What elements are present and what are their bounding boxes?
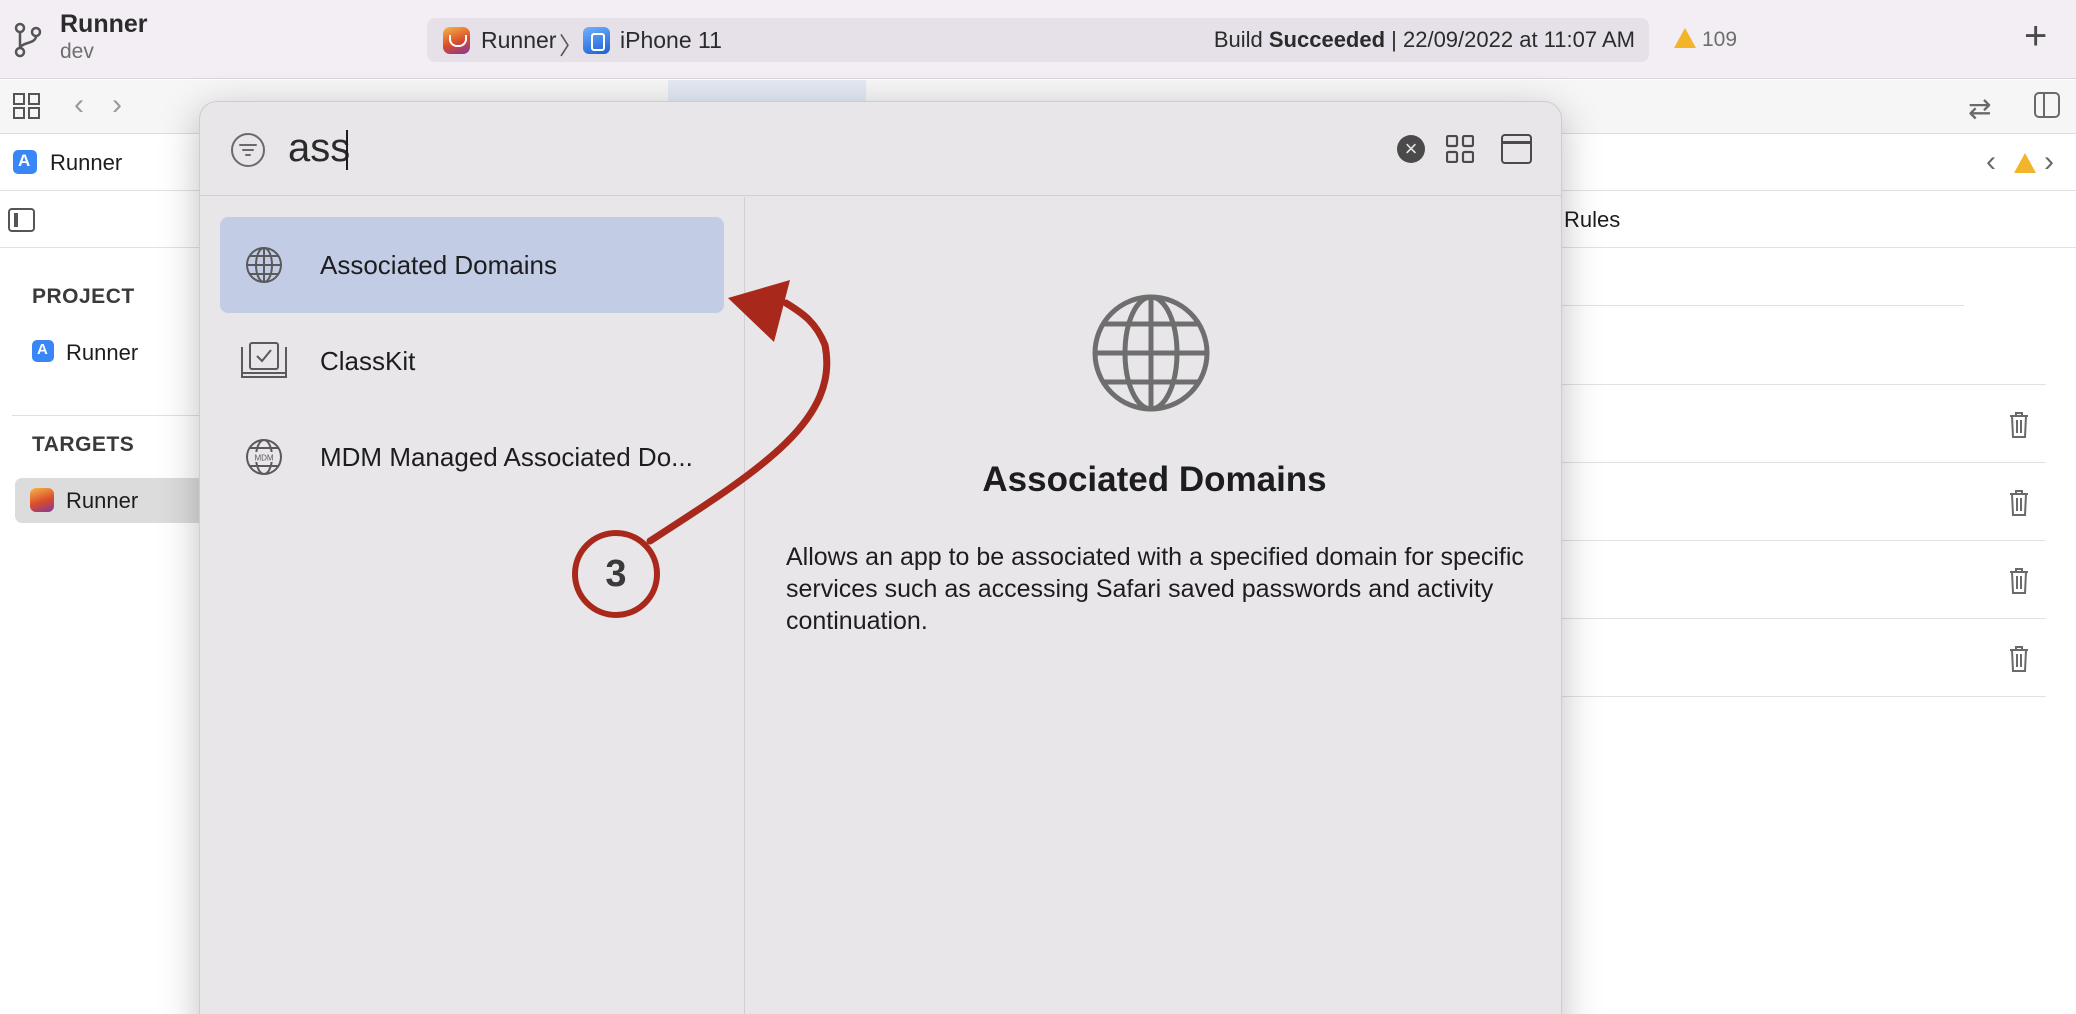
project-icon — [32, 340, 54, 362]
project-item-runner[interactable]: Runner — [66, 340, 138, 366]
target-item-label: Runner — [66, 488, 139, 513]
targets-section-header: TARGETS — [32, 433, 135, 456]
project-target-list: PROJECT Runner TARGETS Runner — [0, 249, 205, 1014]
window-toolbar: Runner dev Runner 〉 iPhone 11 Build Succ… — [0, 0, 2076, 79]
mdm-globe-icon: MDM — [246, 439, 282, 475]
capability-search-bar: × — [200, 102, 1561, 196]
app-scheme-icon — [443, 27, 470, 54]
capability-row-label: ClassKit — [320, 346, 416, 376]
sidebar-toggle-icon[interactable] — [8, 208, 35, 232]
swap-editors-icon[interactable]: ⇄ — [1968, 92, 1991, 125]
source-branch-icon[interactable] — [13, 22, 43, 58]
capability-row-classkit[interactable]: ClassKit — [220, 313, 724, 409]
chevron-right-icon: 〉 — [559, 33, 583, 60]
issue-warning-icon[interactable] — [2014, 153, 2036, 173]
warnings-indicator[interactable]: 109 — [1674, 28, 1737, 52]
trash-icon[interactable] — [2008, 489, 2030, 517]
trash-icon[interactable] — [2008, 645, 2030, 673]
add-button[interactable]: + — [2024, 16, 2047, 56]
build-status: Build Succeeded | 22/09/2022 at 11:07 AM — [1214, 27, 1635, 53]
capability-results-list: Associated Domains ClassKit MDM MDM Mana… — [200, 197, 745, 1014]
globe-icon — [1092, 294, 1210, 412]
add-editor-icon[interactable] — [2034, 92, 2060, 118]
scheme-selector[interactable]: Runner — [481, 27, 556, 54]
build-timestamp: | 22/09/2022 at 11:07 AM — [1385, 27, 1635, 52]
capability-detail-pane: Associated Domains Allows an app to be a… — [746, 197, 1561, 1014]
divider — [1562, 540, 2046, 541]
capability-row-label: MDM Managed Associated Do... — [320, 442, 693, 472]
text-cursor — [346, 130, 348, 170]
step-number-badge: 3 — [572, 530, 660, 618]
capability-row-associated-domains[interactable]: Associated Domains — [220, 217, 724, 313]
device-selector[interactable]: iPhone 11 — [620, 27, 722, 54]
navigate-back-icon[interactable]: ‹ — [74, 88, 84, 122]
issue-previous-icon[interactable]: ‹ — [1986, 145, 1996, 179]
target-app-icon — [30, 488, 54, 512]
warning-count: 109 — [1702, 28, 1738, 51]
divider — [1562, 384, 2046, 385]
capability-row-mdm-associated-domains[interactable]: MDM MDM Managed Associated Do... — [220, 409, 724, 505]
capability-detail-title: Associated Domains — [982, 460, 1327, 499]
warning-icon — [1674, 28, 1696, 48]
filter-icon[interactable] — [230, 132, 266, 168]
related-items-icon[interactable] — [13, 93, 41, 119]
divider — [12, 415, 202, 416]
clear-search-icon[interactable]: × — [1397, 135, 1425, 163]
divider — [1562, 462, 2046, 463]
detail-view-icon[interactable] — [1501, 134, 1532, 164]
capability-library-popup: × Associated Domains ClassKit — [199, 101, 1562, 1014]
divider — [1562, 618, 2046, 619]
project-section-header: PROJECT — [32, 285, 135, 308]
globe-icon — [246, 247, 282, 283]
grid-view-icon[interactable] — [1446, 135, 1474, 163]
jump-bar-project[interactable]: Runner — [50, 150, 122, 176]
project-file-icon — [13, 150, 37, 174]
trash-icon[interactable] — [2008, 411, 2030, 439]
simulator-icon — [583, 27, 610, 54]
divider — [1562, 696, 2046, 697]
build-status-result: Succeeded — [1268, 27, 1386, 52]
tab-build-rules[interactable]: Rules — [1564, 207, 1620, 233]
navigate-forward-icon[interactable]: › — [112, 88, 122, 122]
capability-search-input[interactable] — [288, 118, 1288, 178]
branch-name: dev — [60, 40, 94, 63]
divider — [1562, 305, 1964, 306]
build-status-prefix: Build — [1213, 27, 1269, 52]
project-name: Runner — [60, 10, 148, 38]
capability-detail-description: Allows an app to be associated with a sp… — [786, 543, 1524, 635]
capability-row-label: Associated Domains — [320, 250, 557, 280]
activity-bar[interactable]: Runner 〉 iPhone 11 Build Succeeded | 22/… — [427, 18, 1649, 62]
issue-next-icon[interactable]: › — [2044, 145, 2054, 179]
svg-text:MDM: MDM — [254, 454, 273, 463]
trash-icon[interactable] — [2008, 567, 2030, 595]
classkit-icon — [241, 342, 287, 378]
